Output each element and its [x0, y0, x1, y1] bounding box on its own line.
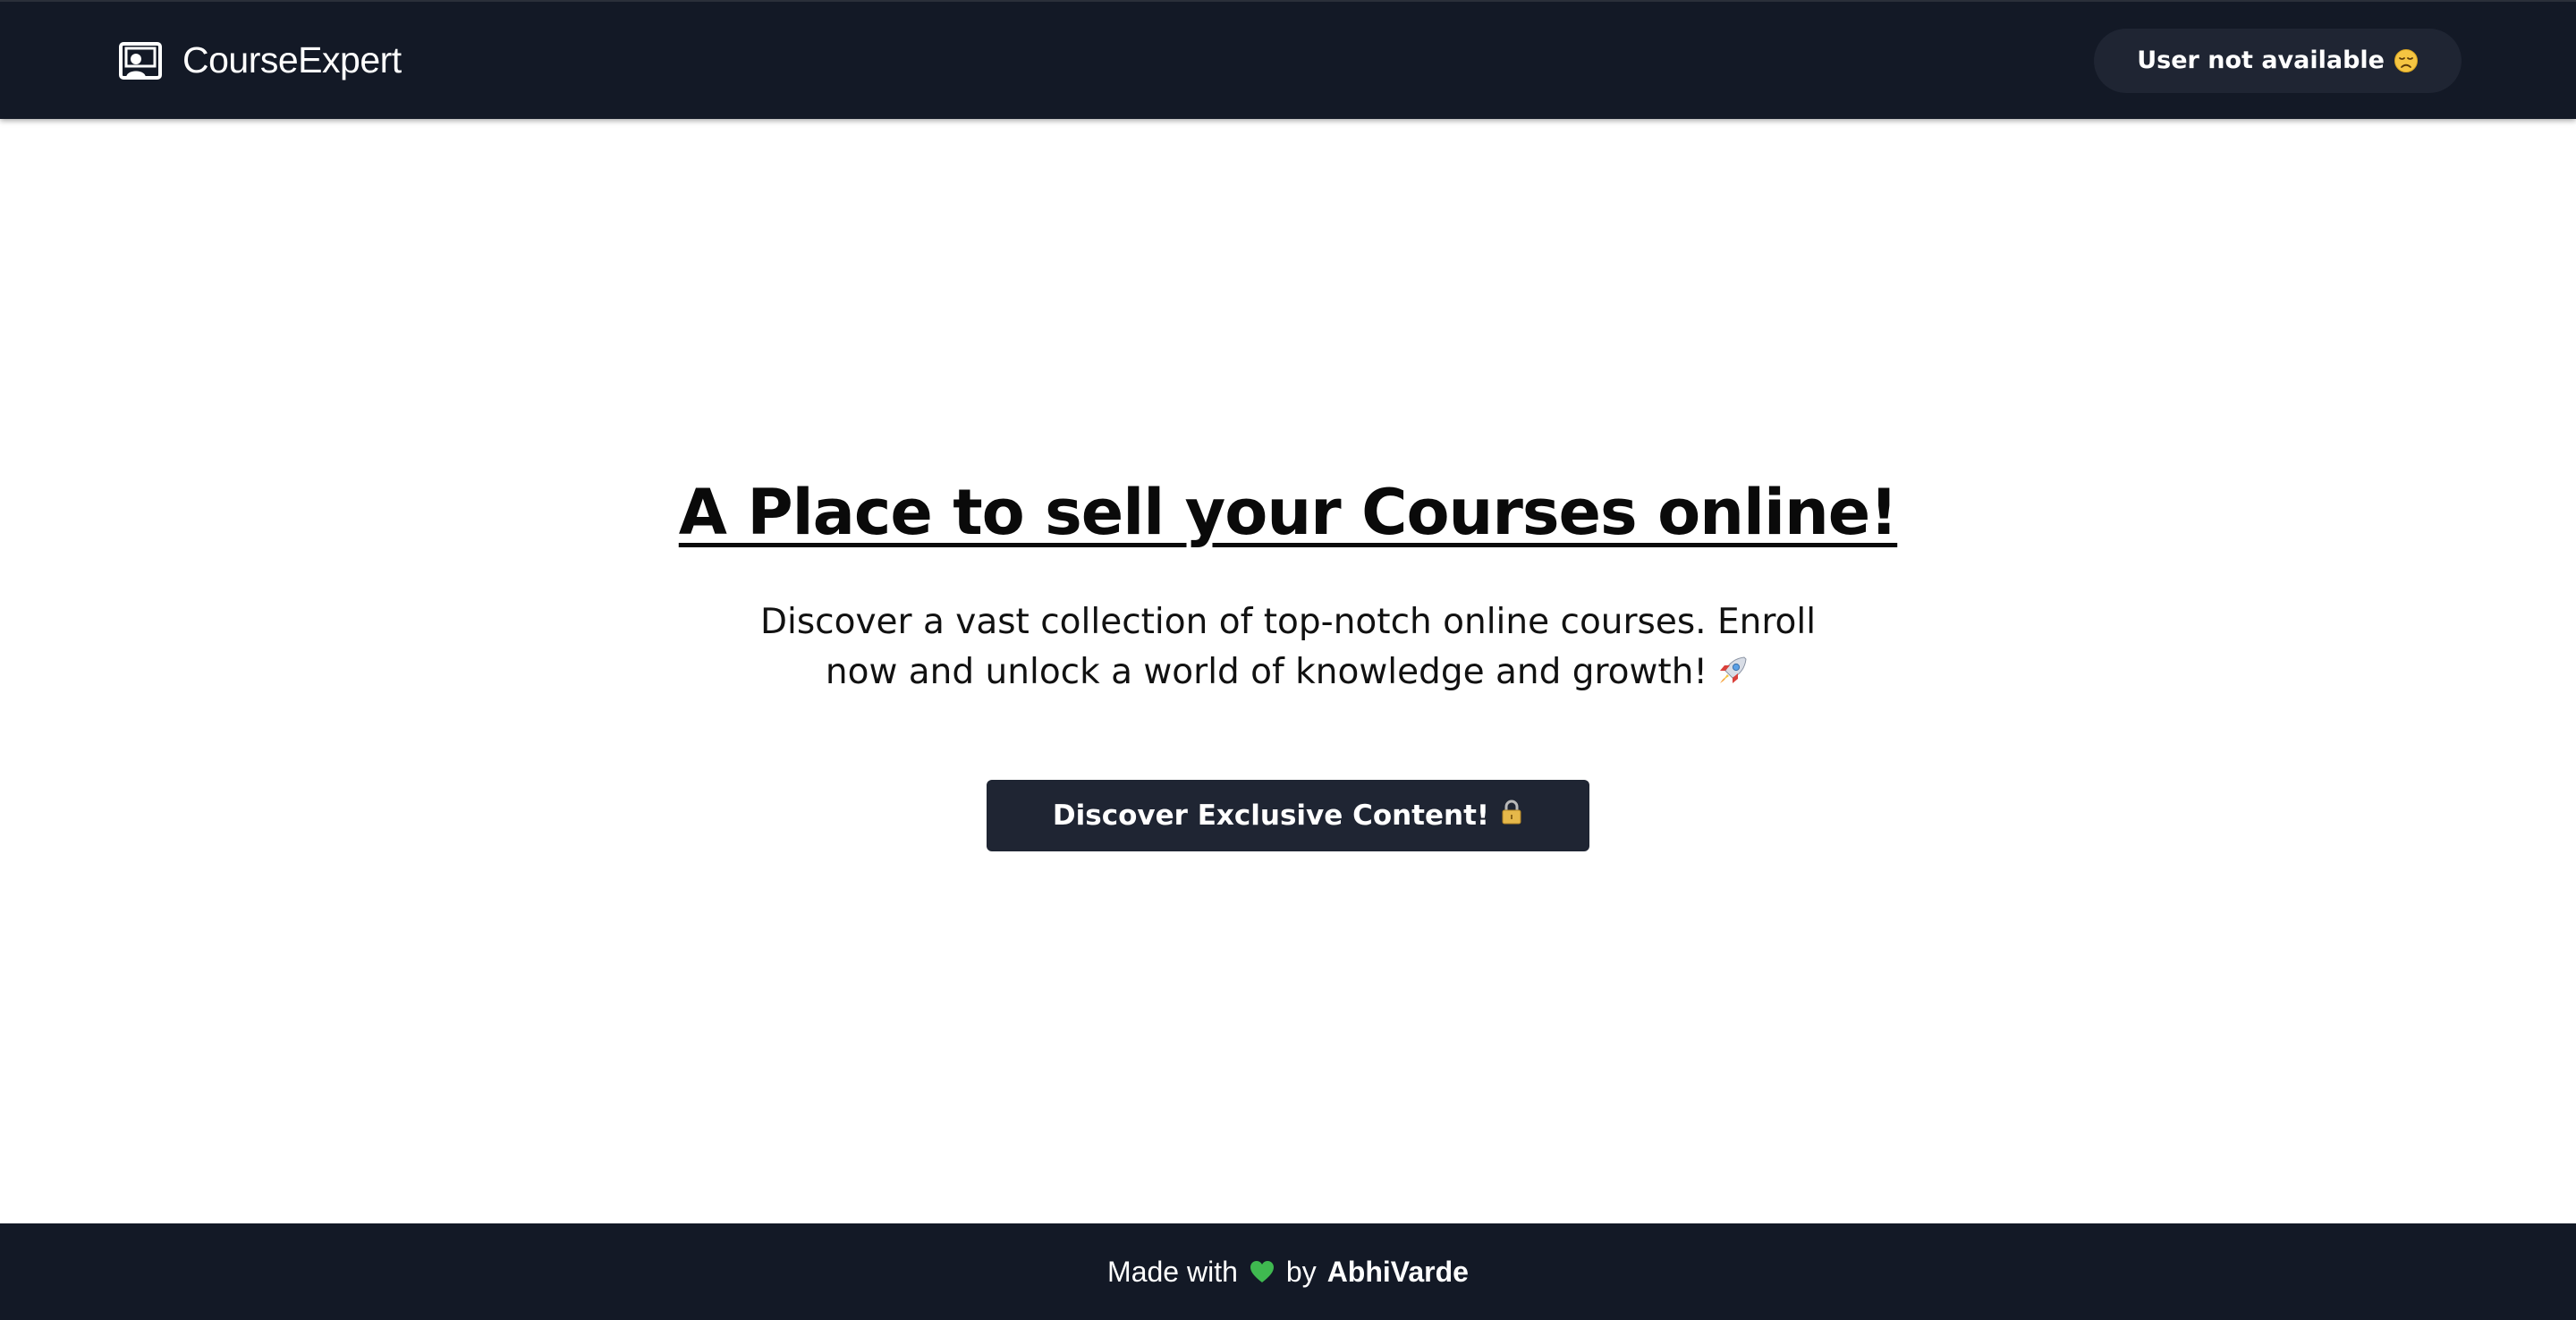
rocket-icon	[1715, 653, 1750, 703]
hero-section: A Place to sell your Courses online! Dis…	[0, 119, 2576, 1223]
page: CourseExpert User not available A Place …	[0, 0, 2576, 1320]
footer-by: by	[1285, 1255, 1317, 1288]
disappointed-face-icon	[2394, 48, 2419, 73]
user-status-button[interactable]: User not available	[2094, 28, 2462, 93]
brand-name: CourseExpert	[182, 39, 402, 80]
hero-title: A Place to sell your Courses online!	[678, 475, 1898, 549]
presentation-board-icon	[119, 41, 162, 80]
hero-description-text: Discover a vast collection of top-notch …	[759, 601, 1817, 692]
discover-exclusive-content-button[interactable]: Discover Exclusive Content!	[987, 779, 1589, 851]
footer-author-link[interactable]: AbhiVarde	[1327, 1256, 1469, 1289]
footer-made-with: Made with	[1107, 1255, 1238, 1288]
lock-icon	[1500, 799, 1523, 833]
user-status-label: User not available	[2137, 47, 2385, 74]
cta-label: Discover Exclusive Content!	[1052, 799, 1490, 832]
hero-description: Discover a vast collection of top-notch …	[724, 597, 1852, 703]
green-heart-icon	[1250, 1261, 1274, 1282]
brand-link[interactable]: CourseExpert	[118, 39, 402, 81]
navbar: CourseExpert User not available	[0, 0, 2576, 119]
footer: Made with by AbhiVarde	[0, 1223, 2576, 1320]
